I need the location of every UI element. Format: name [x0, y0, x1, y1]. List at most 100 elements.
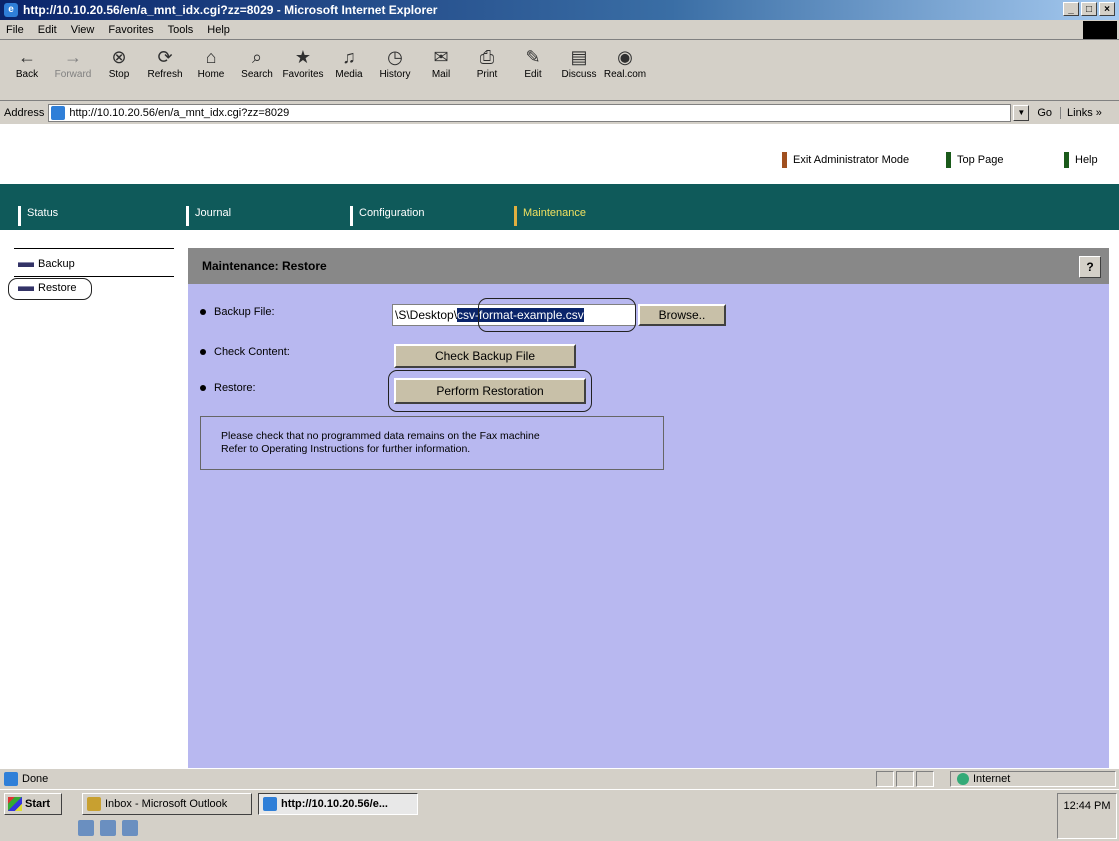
menu-edit[interactable]: Edit: [38, 24, 57, 36]
restore-label: Restore:: [214, 382, 256, 394]
tab-journal[interactable]: Journal: [186, 206, 231, 226]
edit-icon: ✎: [525, 46, 541, 67]
forward-button[interactable]: → Forward: [50, 45, 96, 97]
panel-header: Maintenance: Restore ?: [188, 248, 1109, 284]
back-button[interactable]: ← Back: [4, 45, 50, 97]
ie-icon: e: [4, 3, 18, 17]
discuss-icon: ▤: [570, 46, 588, 67]
check-content-label: Check Content:: [214, 346, 290, 358]
top-page-link[interactable]: Top Page: [946, 152, 1003, 168]
go-button[interactable]: Go: [1037, 107, 1052, 119]
media-button[interactable]: ♫ Media: [326, 45, 372, 97]
help-link[interactable]: Help: [1064, 152, 1098, 168]
print-button[interactable]: ⎙ Print: [464, 45, 510, 97]
tab-status[interactable]: Status: [18, 206, 58, 226]
refresh-icon: ⟳: [157, 46, 173, 67]
exit-admin-link[interactable]: Exit Administrator Mode: [782, 152, 909, 168]
quick-launch: [78, 820, 138, 836]
bullet-icon: [200, 385, 206, 391]
home-icon: ⌂: [205, 46, 217, 67]
sidebar: Backup Restore: [0, 234, 180, 768]
taskbar: Start Inbox - Microsoft Outlook http://1…: [0, 789, 1119, 841]
outlook-icon[interactable]: [122, 820, 138, 836]
address-url: http://10.10.20.56/en/a_mnt_idx.cgi?zz=8…: [69, 107, 290, 119]
search-icon: ⌕: [251, 46, 263, 67]
tab-maintenance[interactable]: Maintenance: [514, 206, 586, 226]
restore-panel: Maintenance: Restore ? Backup File: \S\D…: [188, 248, 1109, 768]
windows-flag-icon: [8, 797, 22, 811]
notice-box: Please check that no programmed data rem…: [200, 416, 664, 470]
sidebar-item-backup[interactable]: Backup: [18, 258, 75, 270]
maximize-button[interactable]: □: [1081, 2, 1097, 16]
refresh-button[interactable]: ⟳ Refresh: [142, 45, 188, 97]
back-arrow-icon: ←: [18, 46, 36, 67]
search-button[interactable]: ⌕ Search: [234, 45, 280, 97]
favorites-button[interactable]: ★ Favorites: [280, 45, 326, 97]
stop-button[interactable]: ⊗ Stop: [96, 45, 142, 97]
links-button[interactable]: Links »: [1060, 107, 1102, 119]
bullet-icon: [200, 349, 206, 355]
status-bar: Done Internet: [0, 768, 1119, 788]
window-controls: _ □ ×: [1063, 2, 1115, 16]
status-done: Done: [4, 771, 48, 786]
discuss-button[interactable]: ▤ Discuss: [556, 45, 602, 97]
tab-configuration[interactable]: Configuration: [350, 206, 424, 226]
realcom-button[interactable]: ◉ Real.com: [602, 45, 648, 97]
notice-line: Refer to Operating Instructions for furt…: [221, 443, 471, 455]
task-internet-explorer[interactable]: http://10.10.20.56/e...: [258, 793, 418, 815]
page-title: Maintenance: Restore: [202, 259, 327, 273]
restore-row: Restore:: [200, 382, 256, 394]
menu-favorites[interactable]: Favorites: [108, 24, 153, 36]
page-icon: [4, 771, 18, 786]
web-page: Exit Administrator Mode Top Page Help St…: [0, 124, 1119, 768]
menu-tools[interactable]: Tools: [168, 24, 194, 36]
clock[interactable]: 12:44 PM: [1058, 800, 1116, 812]
status-cells: [876, 771, 934, 787]
close-button[interactable]: ×: [1099, 2, 1115, 16]
menu-bar: File Edit View Favorites Tools Help: [0, 20, 1119, 40]
sidebar-divider: [14, 248, 174, 249]
windows-logo-icon: [1083, 21, 1117, 39]
backup-file-row: Backup File:: [200, 306, 275, 318]
help-question-button[interactable]: ?: [1079, 256, 1101, 278]
ie-icon[interactable]: [100, 820, 116, 836]
stop-icon: ⊗: [111, 46, 127, 67]
address-label: Address: [4, 107, 45, 119]
media-icon: ♫: [342, 46, 356, 67]
backup-file-label: Backup File:: [214, 306, 275, 318]
system-tray: 12:44 PM: [1057, 793, 1117, 839]
security-zone: Internet: [950, 771, 1116, 787]
start-button[interactable]: Start: [4, 793, 62, 815]
menu-help[interactable]: Help: [207, 24, 230, 36]
page-icon: [51, 106, 66, 120]
address-dropdown-icon[interactable]: ▼: [1013, 105, 1030, 121]
check-backup-file-button[interactable]: Check Backup File: [394, 344, 576, 368]
backup-icon: [18, 261, 34, 267]
task-outlook[interactable]: Inbox - Microsoft Outlook: [82, 793, 252, 815]
menu-file[interactable]: File: [6, 24, 24, 36]
restoration-highlight: [388, 370, 592, 412]
print-icon: ⎙: [479, 46, 495, 67]
notice-line: Please check that no programmed data rem…: [221, 430, 540, 442]
history-button[interactable]: ◷ History: [372, 45, 418, 97]
browse-button[interactable]: Browse..: [638, 304, 726, 326]
home-button[interactable]: ⌂ Home: [188, 45, 234, 97]
minimize-button[interactable]: _: [1063, 2, 1079, 16]
mail-icon: ✉: [433, 46, 449, 67]
address-bar: Address http://10.10.20.56/en/a_mnt_idx.…: [0, 103, 1119, 123]
history-icon: ◷: [387, 46, 403, 67]
menu-view[interactable]: View: [71, 24, 95, 36]
check-content-row: Check Content:: [200, 346, 290, 358]
top-navigation: Exit Administrator Mode Top Page Help: [0, 124, 1119, 184]
mail-button[interactable]: ✉ Mail: [418, 45, 464, 97]
edit-button[interactable]: ✎ Edit: [510, 45, 556, 97]
desktop-icon[interactable]: [78, 820, 94, 836]
browser-toolbar: ← Back → Forward ⊗ Stop ⟳ Refresh ⌂ Home ⌕ Sea…: [0, 41, 1119, 101]
favorites-icon: ★: [294, 46, 312, 67]
ie-icon: [263, 797, 277, 811]
forward-arrow-icon: →: [64, 46, 82, 67]
outlook-icon: [87, 797, 101, 811]
address-input[interactable]: http://10.10.20.56/en/a_mnt_idx.cgi?zz=8…: [48, 104, 1012, 122]
sidebar-divider: [14, 276, 174, 277]
internet-globe-icon: [957, 773, 969, 785]
